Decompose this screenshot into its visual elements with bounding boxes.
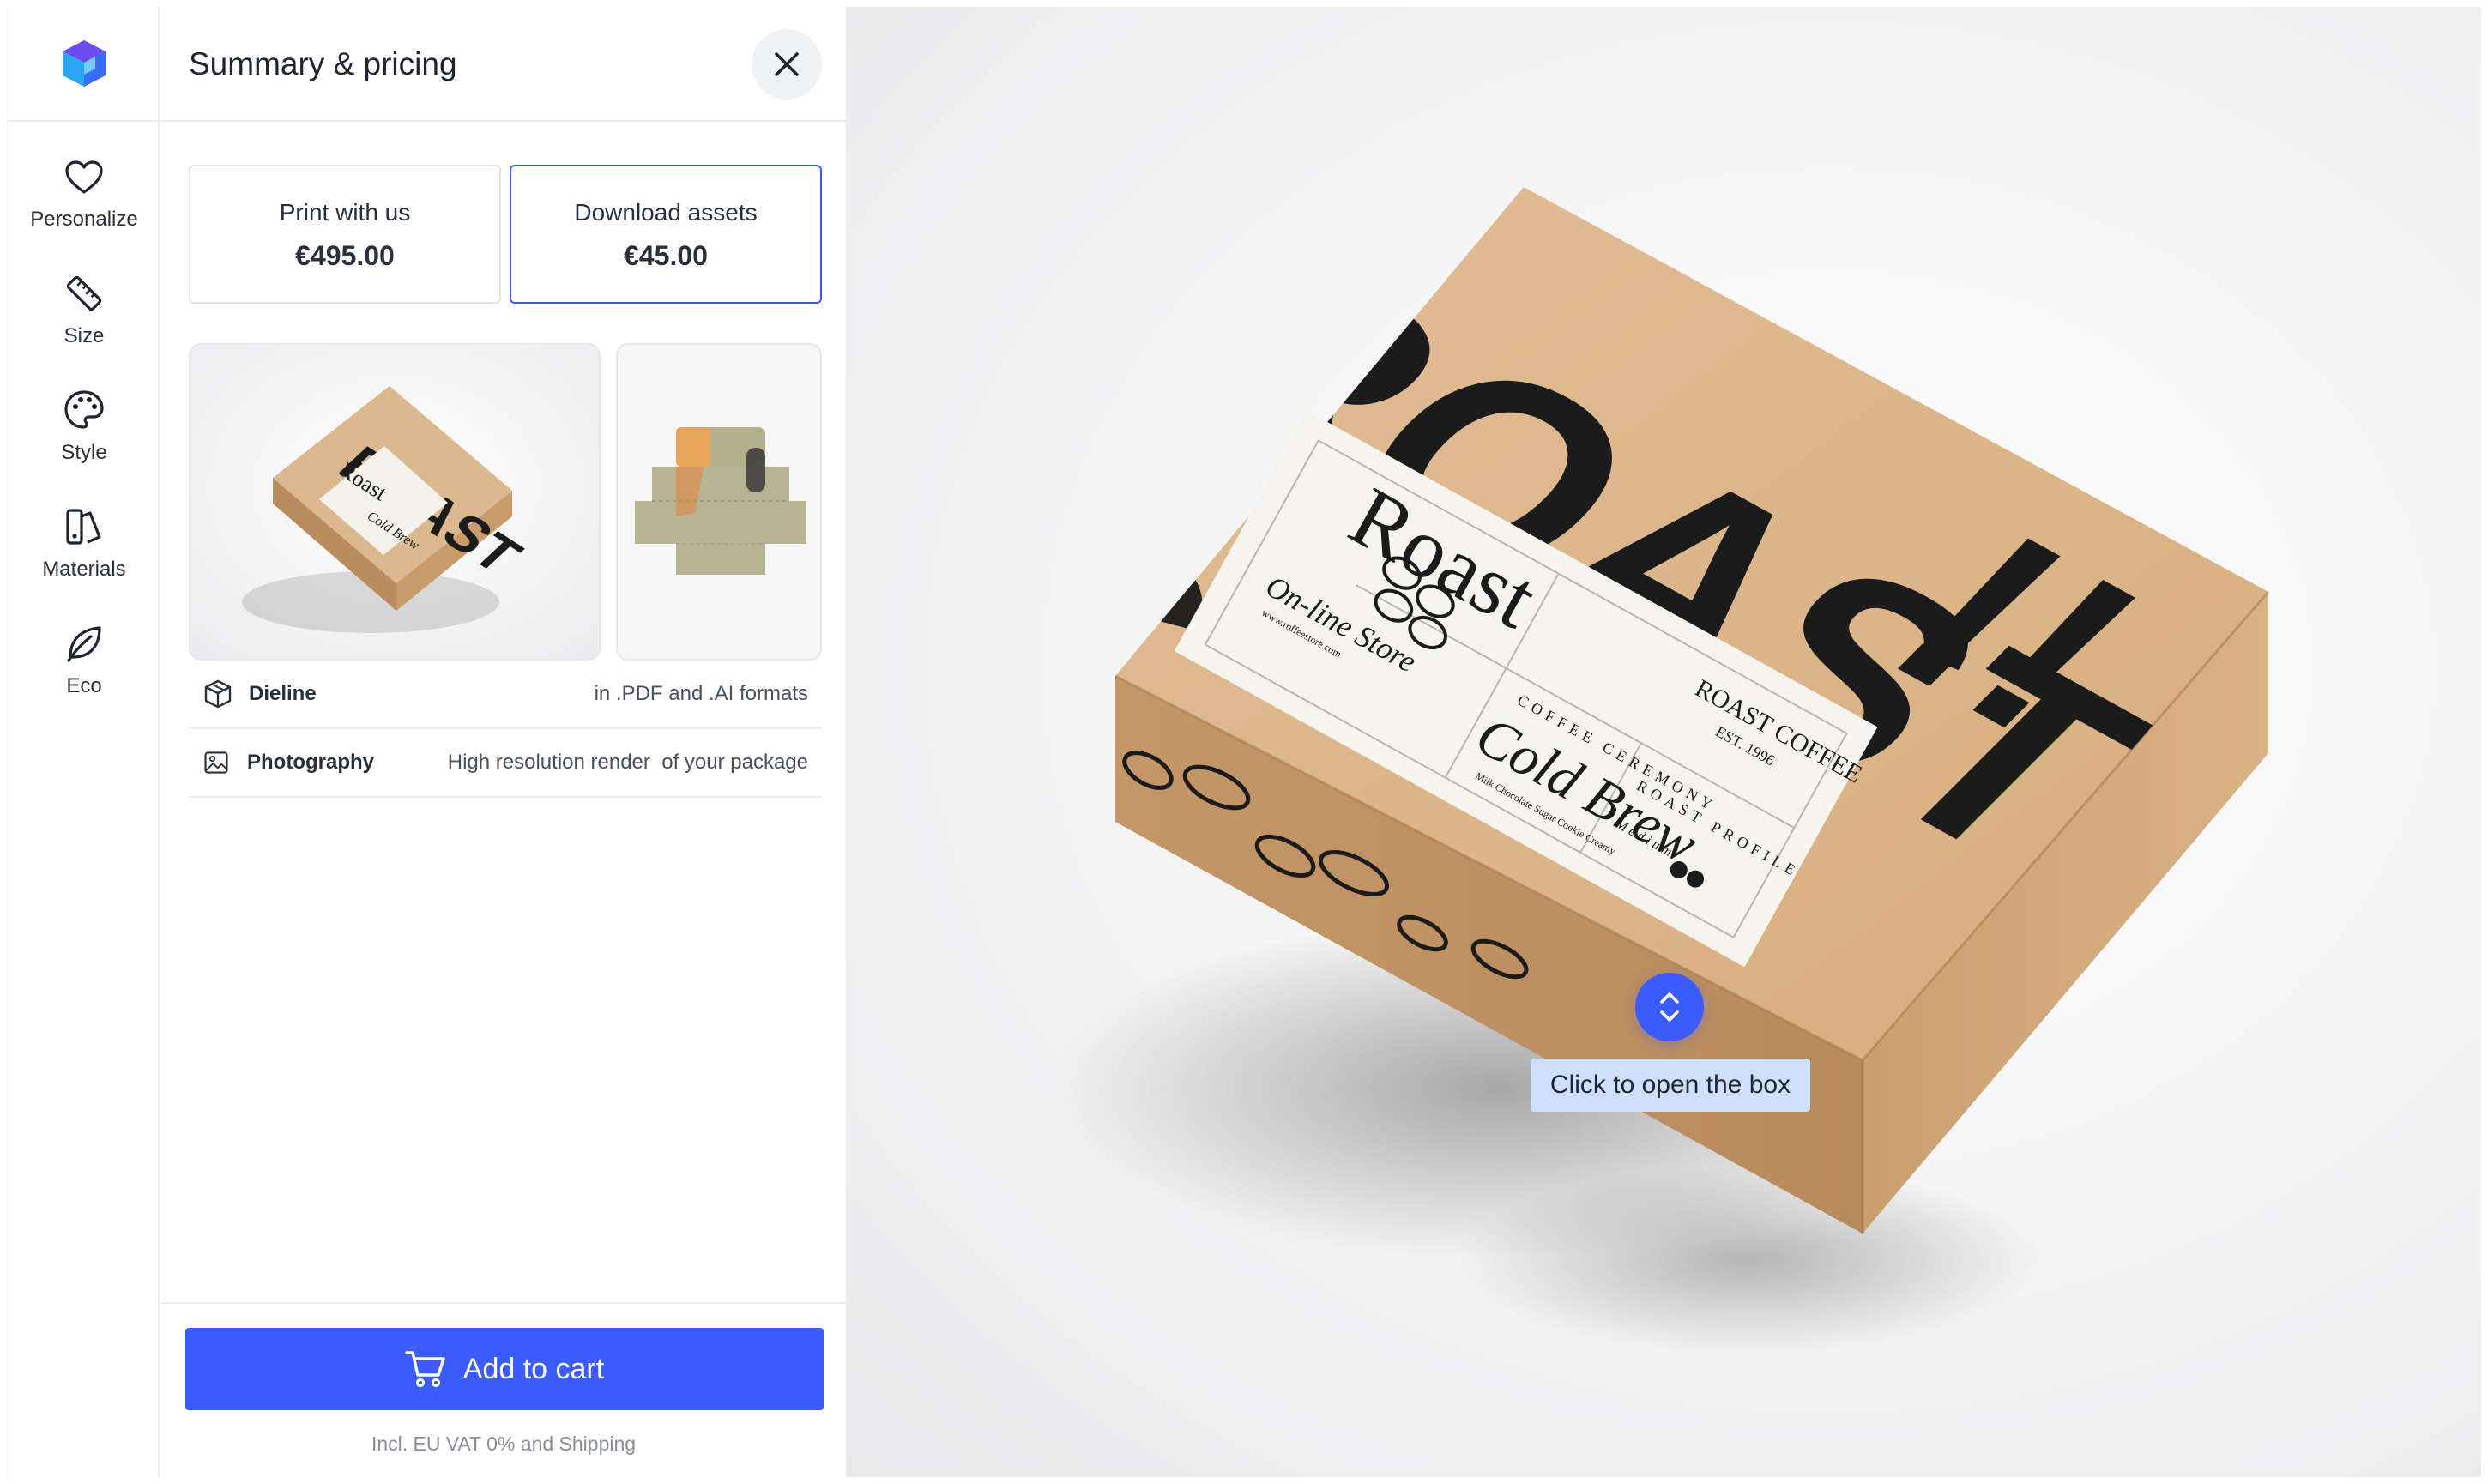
cart-icon bbox=[405, 1351, 445, 1388]
deliverable-row-dieline: Dieline in .PDF and .AI formats bbox=[189, 661, 822, 729]
pricing-footnote: Incl. EU VAT 0% and Shipping bbox=[371, 1433, 637, 1455]
panel-header: Summary & pricing bbox=[161, 7, 846, 122]
close-button[interactable] bbox=[752, 29, 822, 100]
close-icon bbox=[775, 52, 799, 76]
rail-item-eco[interactable]: Eco bbox=[8, 621, 160, 724]
leaf-icon bbox=[67, 626, 101, 662]
option-label: Print with us bbox=[279, 199, 411, 226]
box-render-thumbnail-image: ROAST Roast Cold Brew bbox=[190, 345, 599, 659]
heart-icon bbox=[65, 160, 103, 194]
open-box-button[interactable] bbox=[1635, 973, 1704, 1041]
deliverable-description: in .PDF and .AI formats bbox=[594, 682, 808, 705]
app-logo[interactable] bbox=[8, 7, 160, 122]
cube-icon bbox=[204, 679, 232, 709]
logo-cube-icon bbox=[63, 40, 106, 87]
panel-title: Summary & pricing bbox=[189, 46, 457, 81]
rail-item-personalize[interactable]: Personalize bbox=[8, 154, 160, 257]
tool-rail: Personalize Size Style Materials Eco bbox=[7, 7, 160, 1477]
rail-label-personalize: Personalize bbox=[30, 208, 138, 231]
option-label: Download assets bbox=[574, 199, 758, 226]
option-download-assets[interactable]: Download assets €45.00 bbox=[510, 165, 822, 304]
dieline-thumbnail[interactable] bbox=[616, 343, 822, 661]
rail-label-size: Size bbox=[63, 324, 105, 347]
deliverable-label: Photography bbox=[247, 751, 374, 774]
deliverable-row-photography: Photography High resolution render of yo… bbox=[189, 729, 822, 798]
option-price: €495.00 bbox=[295, 240, 395, 271]
option-price: €45.00 bbox=[624, 240, 708, 271]
app: Personalize Size Style Materials Eco Sum… bbox=[0, 0, 2488, 1484]
palette-icon bbox=[64, 390, 104, 429]
swatch-icon bbox=[66, 509, 101, 545]
option-print-with-us[interactable]: Print with us €495.00 bbox=[189, 165, 501, 304]
summary-panel: Summary & pricing Print with us €495.00 … bbox=[161, 7, 848, 1477]
rail-item-size[interactable]: Size bbox=[8, 271, 160, 374]
ruler-icon bbox=[66, 275, 102, 311]
add-to-cart-button[interactable]: Add to cart bbox=[185, 1328, 824, 1410]
chevrons-up-down-icon bbox=[1660, 992, 1679, 1022]
add-to-cart-label: Add to cart bbox=[462, 1352, 605, 1385]
deliverable-label: Dieline bbox=[249, 682, 317, 705]
box-render-image: ROAST C !! Roast COFFEE CEREMONY Cold Br… bbox=[1054, 187, 2270, 1354]
dieline-thumbnail-image bbox=[618, 345, 820, 659]
rail-label-style: Style bbox=[61, 441, 107, 464]
rail-label-materials: Materials bbox=[42, 558, 126, 581]
open-box-tooltip: Click to open the box bbox=[1531, 1059, 1810, 1112]
box-preview-stage[interactable]: ROAST C !! Roast COFFEE CEREMONY Cold Br… bbox=[848, 7, 2481, 1477]
panel-footer: Add to cart Incl. EU VAT 0% and Shipping bbox=[161, 1302, 846, 1477]
rail-item-style[interactable]: Style bbox=[8, 388, 160, 491]
render-thumbnail[interactable]: ROAST Roast Cold Brew bbox=[189, 343, 601, 661]
rail-label-eco: Eco bbox=[66, 674, 102, 697]
deliverable-description: High resolution render of your package bbox=[447, 751, 808, 774]
image-icon bbox=[204, 751, 228, 774]
rail-item-materials[interactable]: Materials bbox=[8, 504, 160, 607]
